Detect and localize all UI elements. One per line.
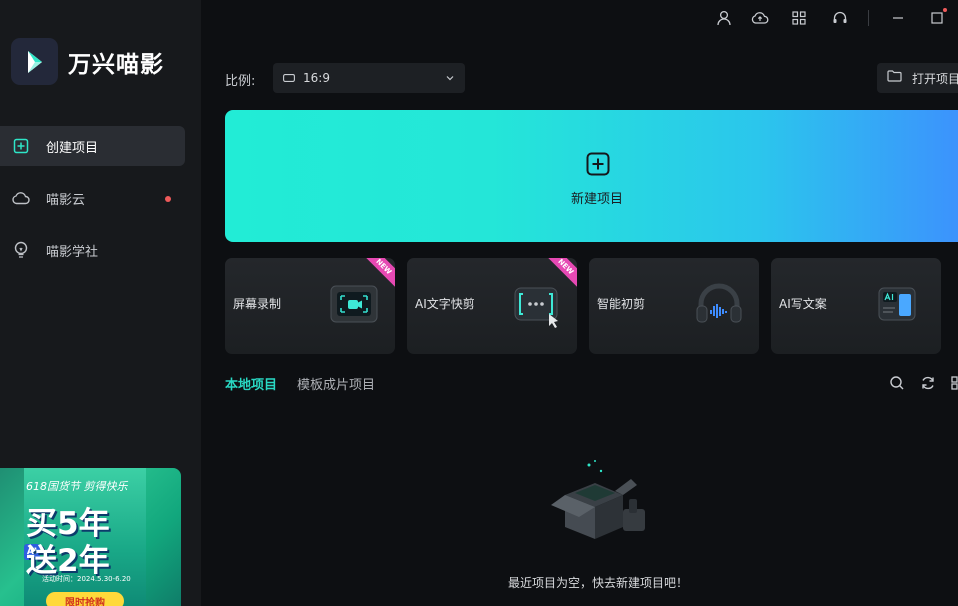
chevron-down-icon — [445, 72, 455, 87]
tool-card-ai-text-edit[interactable]: AI文字快剪 NEW — [407, 258, 577, 354]
promo-headline: 618国货节 剪得快乐 — [26, 480, 128, 493]
tab-template-projects[interactable]: 模板成片项目 — [297, 374, 375, 393]
tab-local-projects[interactable]: 本地项目 — [225, 374, 277, 393]
sidebar-nav: 创建项目 喵影云 喵影学社 — [0, 126, 201, 282]
sidebar: 万兴喵影 创建项目 喵影云 喵影学社 618国货节 剪得快乐 买5年 AI 送2… — [0, 0, 201, 606]
app-logo-icon — [11, 38, 58, 85]
notification-badge — [943, 8, 947, 12]
ratio-label: 比例: — [225, 74, 256, 89]
sidebar-item-cloud[interactable]: 喵影云 — [0, 178, 185, 218]
sidebar-item-academy[interactable]: 喵影学社 — [0, 230, 185, 270]
headphones-icon — [689, 276, 749, 336]
folder-icon — [887, 70, 902, 86]
user-icon[interactable] — [715, 9, 733, 27]
tool-card-screen-record[interactable]: 屏幕录制 NEW — [225, 258, 395, 354]
promo-buy-button[interactable]: 限时抢购 — [46, 592, 124, 606]
ai-text-edit-icon — [507, 276, 567, 336]
open-project-label: 打开项目 — [912, 71, 958, 86]
open-project-button[interactable]: 打开项目 — [877, 63, 958, 93]
ai-copywriting-icon — [871, 276, 931, 336]
minimize-icon[interactable] — [889, 9, 907, 27]
grid-apps-icon[interactable] — [790, 9, 808, 27]
promo-date: 活动时间：2024.5.30-6.20 — [42, 575, 131, 583]
aspect-ratio-icon — [283, 71, 295, 86]
screen-record-icon — [325, 276, 385, 336]
sidebar-item-label: 创建项目 — [46, 140, 99, 156]
new-project-button[interactable]: 新建项目 — [225, 110, 958, 242]
tool-card-label: AI文字快剪 — [415, 297, 475, 311]
tool-card-smart-cut[interactable]: 智能初剪 — [589, 258, 759, 354]
sidebar-item-label: 喵影学社 — [46, 244, 99, 260]
app-name: 万兴喵影 — [68, 51, 164, 78]
tool-card-ai-copywriting[interactable]: AI写文案 — [771, 258, 941, 354]
aspect-ratio-select[interactable]: 16:9 — [273, 63, 465, 93]
notification-badge — [165, 196, 171, 202]
title-bar-divider — [868, 10, 869, 26]
sidebar-item-create-project[interactable]: 创建项目 — [0, 126, 185, 166]
promo-banner[interactable]: 618国货节 剪得快乐 买5年 AI 送2年 活动时间：2024.5.30-6.… — [0, 468, 181, 606]
empty-state-text: 最近项目为空，快去新建项目吧！ — [508, 576, 689, 590]
plus-square-icon — [586, 152, 610, 180]
new-project-label: 新建项目 — [571, 192, 624, 207]
sidebar-item-label: 喵影云 — [46, 192, 86, 208]
tool-card-label: 屏幕录制 — [233, 297, 282, 311]
cloud-upload-icon[interactable] — [751, 9, 769, 27]
search-icon[interactable] — [889, 375, 905, 391]
tool-card-label: AI写文案 — [779, 297, 827, 311]
refresh-icon[interactable] — [920, 375, 936, 391]
cloud-icon — [12, 189, 30, 207]
brand: 万兴喵影 — [11, 38, 164, 85]
title-bar — [201, 0, 958, 36]
lightbulb-icon — [12, 241, 30, 259]
empty-box-icon — [545, 455, 649, 551]
headset-icon[interactable] — [831, 9, 849, 27]
view-toggle-icon[interactable] — [950, 375, 958, 391]
aspect-ratio-value: 16:9 — [303, 71, 330, 85]
tool-card-label: 智能初剪 — [597, 297, 646, 311]
create-project-icon — [12, 137, 30, 155]
